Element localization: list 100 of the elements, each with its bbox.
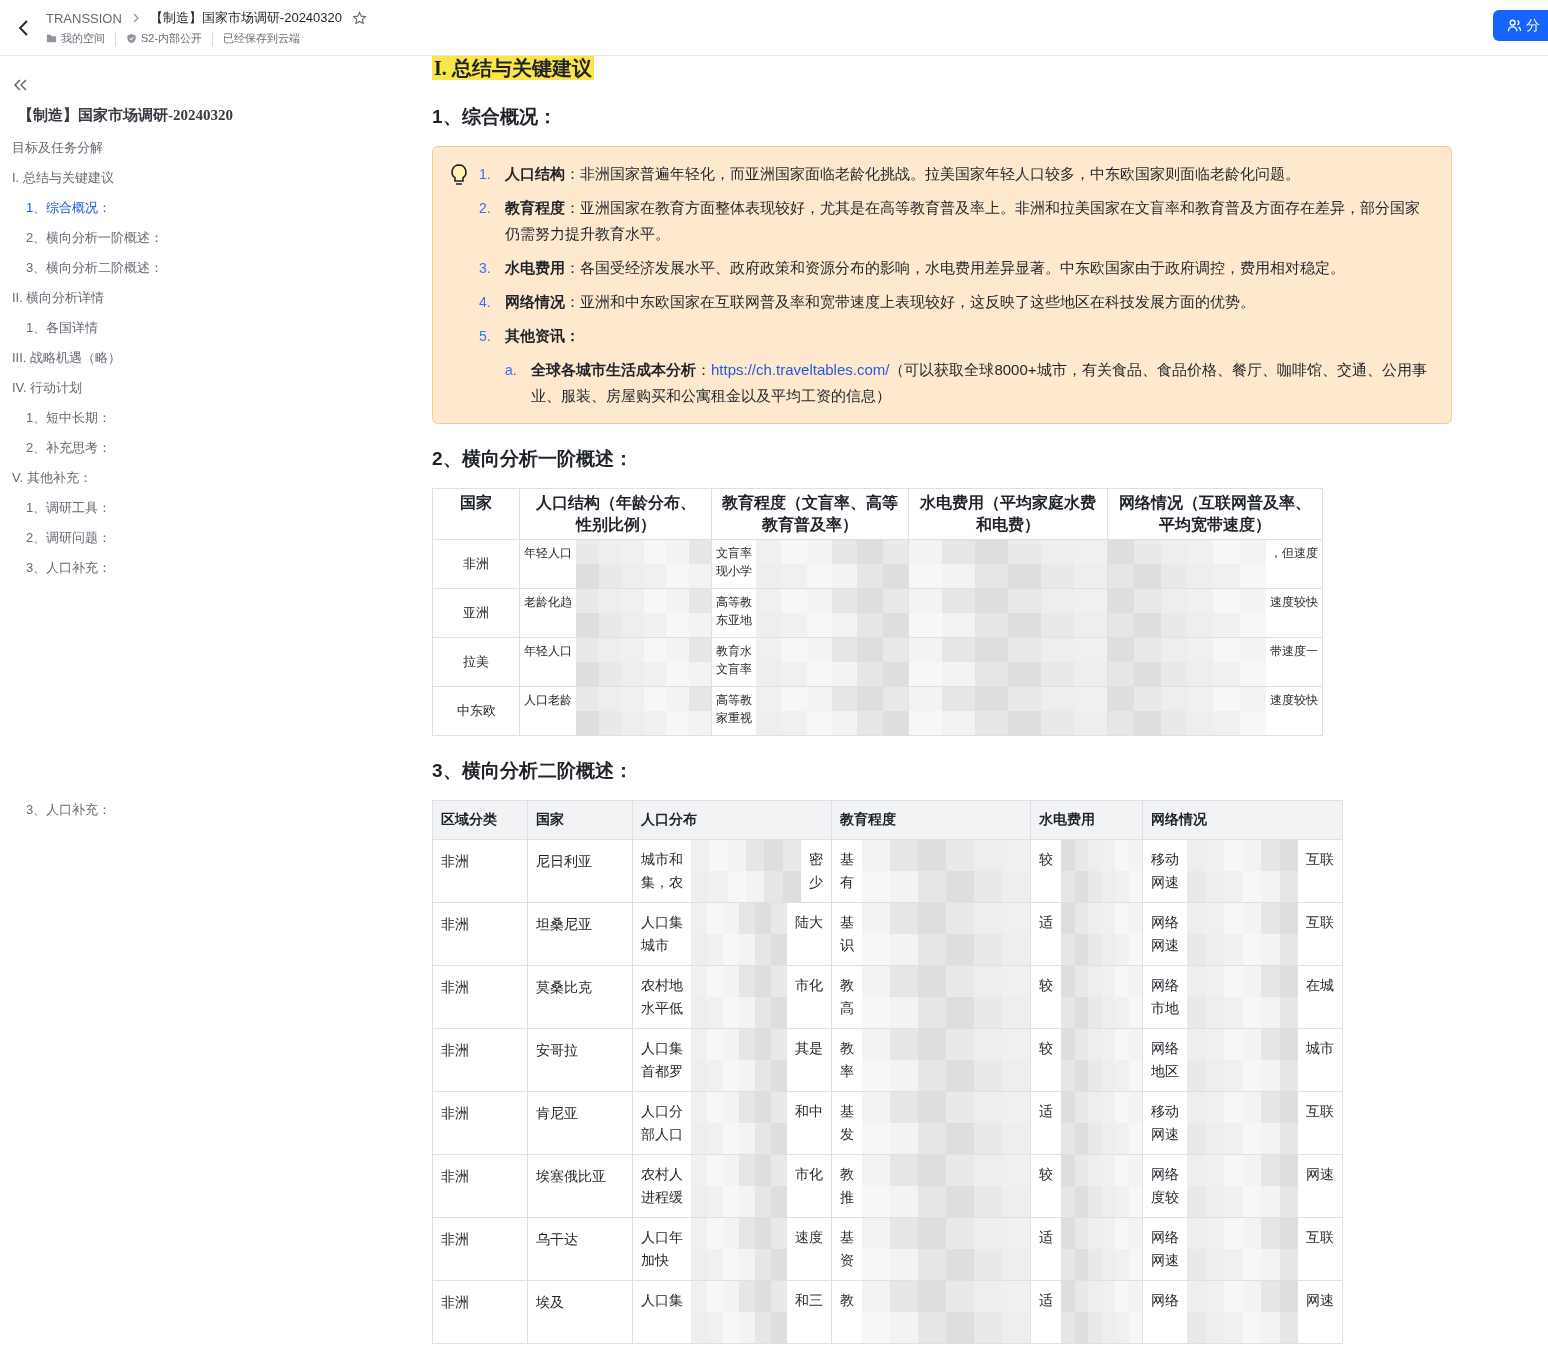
share-button[interactable]: 分 (1493, 10, 1548, 41)
table-cell-text: 城市 (1305, 1039, 1335, 1058)
table-cell-text: 安哥拉 (535, 1041, 579, 1060)
table-cell-text: 非洲 (440, 915, 470, 934)
table-cell-text: 非洲 (440, 1293, 470, 1312)
list-text: 网络情况：亚洲和中东欧国家在互联网普及率和宽带速度上表现较好，这反映了这些地区在科技发展方面的优势。 (505, 292, 1256, 312)
column-header: 网络情况（互联网普及率、平均宽带速度） (1118, 493, 1312, 535)
table-cell-text: 埃及 (535, 1293, 565, 1312)
link[interactable]: https://ch.traveltables.com/ (711, 361, 890, 378)
column-header: 国家 (536, 811, 565, 829)
outline-item[interactable]: 3、横向分析二阶概述： (26, 253, 420, 283)
outline-item[interactable]: 2、补充思考： (26, 433, 420, 463)
table-cell-text: 陆大 (794, 913, 824, 932)
table-cell-text: 网络 市地 (1150, 976, 1180, 1018)
table-cell-text: 人口年 加快 (640, 1228, 684, 1270)
table-cell-text: 非洲 (440, 1167, 470, 1186)
list-text: 水电费用：各国受经济发展水平、政府政策和资源分布的影响，水电费用差异显著。中东欧国家由于政府调控，费用相对稳定。 (505, 258, 1346, 278)
outline-item[interactable]: 3、人口补充： (26, 801, 420, 819)
table-cell-text: 较 (1038, 1165, 1054, 1184)
table-cell-text: 年轻人口 (523, 643, 573, 660)
table-cell-text: 较 (1038, 1039, 1054, 1058)
shield-icon (126, 33, 137, 44)
table-cell-text: 人口集 首都罗 (640, 1039, 684, 1081)
outline-item[interactable]: 目标及任务分解 (12, 133, 420, 163)
section-title: I. 总结与关键建议 (432, 56, 594, 80)
table-cell-text: 网速 (1305, 1165, 1335, 1184)
star-icon[interactable] (352, 10, 367, 26)
breadcrumb-link[interactable]: TRANSSION (46, 10, 122, 26)
table-cell-text: 市化 (794, 1165, 824, 1184)
outline-item[interactable]: 1、短中长期： (26, 403, 420, 433)
list-marker: a. (505, 361, 518, 380)
table-cell-text: 教育水 文盲率 (715, 643, 753, 678)
table-cell-text: 速度 (794, 1228, 824, 1247)
table-cell-text: 较 (1038, 850, 1054, 869)
outline-item[interactable]: IV. 行动计划 (12, 373, 420, 403)
list-text: 全球各城市生活成本分析：https://ch.traveltables.com/（可以获取全球8000+城市，有关食品、食品价格、餐厅、咖啡馆、交通、公用事业、服装、房屋购买和公寓租金以及平均工资的信息） (531, 360, 1428, 406)
table-cell-text: 坦桑尼亚 (535, 915, 593, 934)
table-cell-text: 拉美 (462, 653, 490, 671)
outline-item[interactable]: II. 横向分析详情 (12, 283, 420, 313)
table-cell-text: 网络 度较 (1150, 1165, 1180, 1207)
list-text: 人口结构：非洲国家普遍年轻化，而亚洲国家面临老龄化挑战。拉美国家年轻人口较多，中东欧国家则面临老龄化问题。 (505, 164, 1301, 184)
table-cell-text: 非洲 (462, 555, 490, 573)
outline-item[interactable]: 2、调研问题： (26, 523, 420, 553)
document-meta: 已经保存到云端 (223, 31, 301, 46)
outline-item[interactable]: 1、调研工具： (26, 493, 420, 523)
table-cell-text: 网络 网速 (1150, 913, 1180, 955)
table-cell-text: 教 推 (839, 1165, 855, 1207)
table-cell-text: 亚洲 (462, 604, 490, 622)
outline-item[interactable]: I. 总结与关键建议 (12, 163, 420, 193)
outline-item[interactable]: 3、人口补充： (26, 553, 420, 583)
column-header: 水电费用（平均家庭水费和电费） (919, 493, 1097, 535)
table-cell-text: 人口集 城市 (640, 913, 684, 955)
table-cell-text: 市化 (794, 976, 824, 995)
table-cell-text: 人口集 (640, 1291, 684, 1310)
outline-item[interactable]: III. 战略机遇（略） (12, 343, 420, 373)
table-cell-text: 移动 网速 (1150, 1102, 1180, 1144)
table-cell-text: 农村地 水平低 (640, 976, 684, 1018)
table-cell-text: 非洲 (440, 978, 470, 997)
table-cell-text: 速度较快 (1269, 692, 1319, 709)
section-heading: 1、综合概况： (432, 105, 558, 129)
table-cell-text: 肯尼亚 (535, 1104, 579, 1123)
table-cell-text: 教 (839, 1291, 855, 1310)
table-cell-text: 文盲率 现小学 (715, 545, 753, 580)
table-cell-text: 非洲 (440, 852, 470, 871)
table-cell-text: 互联 (1305, 850, 1335, 869)
table-cell-text: 其是 (794, 1039, 824, 1058)
table-cell-text: 非洲 (440, 1041, 470, 1060)
list-marker: 4. (479, 293, 492, 312)
table-cell-text: 非洲 (440, 1104, 470, 1123)
table-cell-text: 尼日利亚 (535, 852, 593, 871)
table-cell-text: 莫桑比克 (535, 978, 593, 997)
table-cell-text: 互联 (1305, 1228, 1335, 1247)
table-cell-text: 网速 (1305, 1291, 1335, 1310)
table-cell-text: 高等教 家重视 (715, 692, 753, 727)
list-marker: 1. (479, 165, 492, 184)
table-cell-text: 网络 (1150, 1291, 1180, 1310)
outline-item[interactable]: 1、综合概况： (26, 193, 420, 223)
table-cell-text: 中东欧 (455, 702, 497, 720)
outline-item[interactable]: 1、各国详情 (26, 313, 420, 343)
table-cell-text: 网络 地区 (1150, 1039, 1180, 1081)
table-cell-text: 网络 网速 (1150, 1228, 1180, 1270)
table-cell-text: 移动 网速 (1150, 850, 1180, 892)
outline-item[interactable]: V. 其他补充： (12, 463, 420, 493)
table-cell-text: 互联 (1305, 1102, 1335, 1121)
table-cell-text: 教 高 (839, 976, 855, 1018)
table-cell-text: 基 发 (839, 1102, 855, 1144)
collapse-icon[interactable] (12, 78, 28, 92)
lightbulb-icon (449, 163, 469, 187)
outline-item[interactable]: 2、横向分析一阶概述： (26, 223, 420, 253)
section-heading: 2、横向分析一阶概述： (432, 447, 634, 471)
section-heading: 3、横向分析二阶概述： (432, 759, 634, 783)
people-icon (1507, 18, 1522, 33)
table-cell-text: 较 (1038, 976, 1054, 995)
table-cell-text: 带速度一 (1269, 643, 1319, 660)
outline-title[interactable]: 【制造】国家市场调研-20240320 (18, 106, 420, 125)
document-meta: 我的空间 (61, 31, 105, 46)
table-cell-text: 适 (1038, 913, 1054, 932)
table-cell-text: 非洲 (440, 1230, 470, 1249)
folder-icon (46, 33, 57, 44)
column-header: 网络情况 (1151, 811, 1208, 829)
